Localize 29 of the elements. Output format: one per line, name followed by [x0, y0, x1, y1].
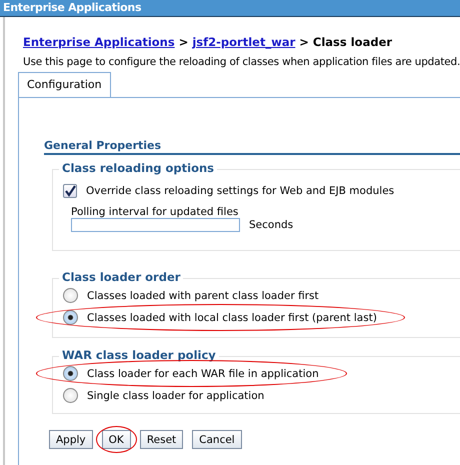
section-title: General Properties	[44, 139, 460, 155]
radio-label: Class loader for each WAR file in application	[87, 368, 319, 380]
unit-label: Seconds	[249, 219, 294, 231]
form-button[interactable]: Cancel	[192, 430, 242, 449]
radio-button[interactable]	[63, 288, 78, 303]
radio-button[interactable]	[63, 388, 78, 403]
breadcrumb-current: Class loader	[312, 35, 392, 49]
page-description: Use this page to configure the reloading of classes when application files are updated.	[22, 56, 460, 68]
radio-label: Single class loader for application	[87, 390, 264, 402]
form-button[interactable]: OK	[102, 430, 131, 449]
checkbox-label: Override class reloading settings for Web and EJB modules	[86, 185, 394, 197]
group-legend: WAR class loader policy	[59, 348, 219, 362]
radio-label: Classes loaded with parent class loader first	[87, 290, 319, 302]
tab[interactable]: Configuration	[18, 72, 111, 98]
breadcrumb-separator: >	[178, 35, 188, 49]
form-button[interactable]: Reset	[140, 430, 184, 449]
field-label: Polling interval for updated files	[71, 206, 240, 218]
breadcrumb-link[interactable]: jsf2-portlet_war	[192, 35, 296, 49]
group-legend: Class loader order	[59, 270, 184, 284]
breadcrumb-separator: >	[299, 35, 309, 49]
checkbox[interactable]	[63, 184, 77, 198]
breadcrumb-link[interactable]: Enterprise Applications	[23, 35, 175, 49]
radio-button[interactable]	[63, 310, 78, 325]
group-legend: Class reloading options	[59, 161, 218, 175]
radio-button[interactable]	[63, 366, 78, 381]
window-title: Enterprise Applications	[0, 0, 460, 17]
radio-label: Classes loaded with local class loader first (parent last)	[87, 312, 377, 324]
input-field[interactable]	[71, 218, 240, 232]
form-button[interactable]: Apply	[49, 430, 93, 449]
